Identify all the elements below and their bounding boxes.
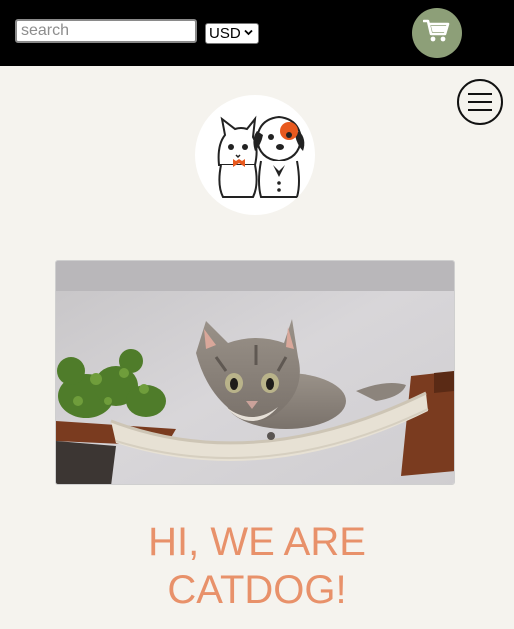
hamburger-menu-icon-line <box>468 101 492 103</box>
search-input[interactable] <box>15 19 197 43</box>
hamburger-menu-icon-line <box>468 109 492 111</box>
hero-image <box>55 260 455 485</box>
site-logo[interactable] <box>195 95 315 215</box>
hamburger-menu-icon <box>468 93 492 95</box>
chevron-down-icon <box>244 28 253 39</box>
cat-and-dog-logo <box>217 115 305 198</box>
headline-line-2: CATDOG! <box>167 568 347 612</box>
cat-in-hammock-photo <box>56 261 454 484</box>
headline-line-1: HI, WE ARE <box>148 520 366 564</box>
menu-button[interactable] <box>457 79 503 125</box>
shopping-cart-icon <box>422 18 451 49</box>
cart-button[interactable] <box>412 8 462 58</box>
top-bar: USD <box>0 0 514 66</box>
page-headline: HI, WE ARE CATDOG! <box>0 518 514 614</box>
currency-selected-value: USD <box>209 25 241 42</box>
currency-select[interactable]: USD <box>205 23 259 44</box>
